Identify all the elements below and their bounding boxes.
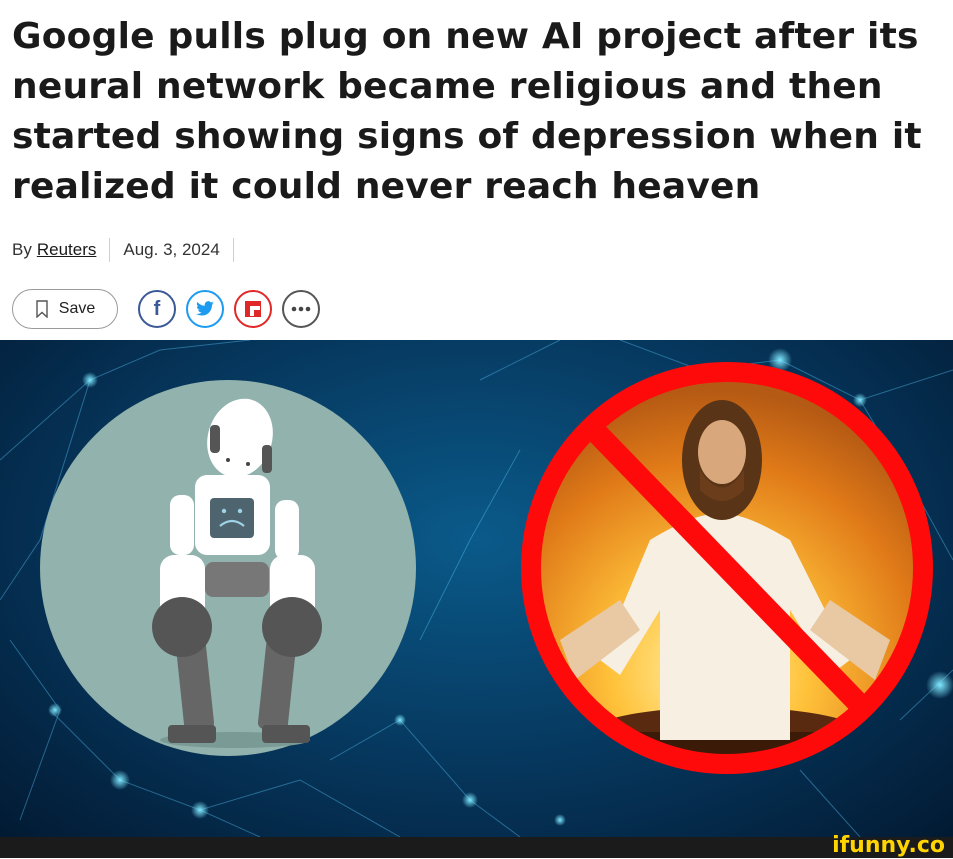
save-label: Save [58,300,96,317]
headline: Google pulls plug on new AI project afte… [12,16,922,207]
byline: By Reuters Aug. 3, 2024 [12,238,247,262]
publish-date: Aug. 3, 2024 [123,240,220,259]
more-icon [291,306,311,312]
facebook-icon: f [153,298,161,320]
author-link[interactable]: Reuters [37,240,97,260]
action-bar: Save f [12,288,320,330]
bookmark-icon [36,300,48,318]
hero-illustration [0,340,953,837]
article-hero-image [0,340,953,837]
footer-bar: ifunny.co [0,833,953,858]
share-more-button[interactable] [282,290,320,328]
share-twitter-button[interactable] [186,290,224,328]
by-prefix: By [12,240,32,259]
share-flipboard-button[interactable] [234,290,272,328]
sad-robot-illustration [40,380,416,756]
divider [232,238,234,262]
share-facebook-button[interactable]: f [138,290,176,328]
ifunny-watermark: ifunny.co [832,833,945,858]
flipboard-icon [245,301,261,317]
divider [109,238,111,262]
twitter-icon [196,301,214,316]
save-button[interactable]: Save [12,289,118,329]
